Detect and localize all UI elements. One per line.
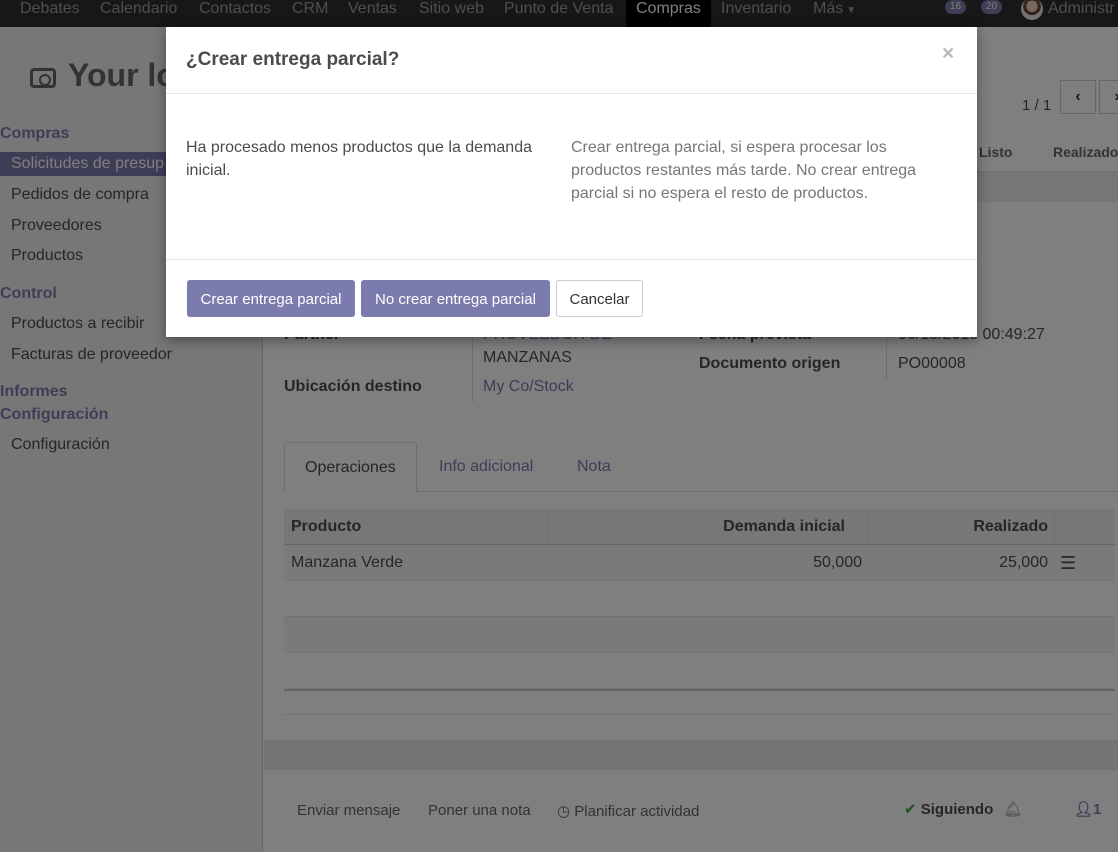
- modal-title: ¿Crear entrega parcial?: [186, 49, 400, 70]
- modal-info-text: Ha procesado menos productos que la dema…: [186, 139, 532, 179]
- modal-body: Ha procesado menos productos que la dema…: [166, 94, 977, 260]
- modal-header: ¿Crear entrega parcial? ×: [166, 27, 977, 94]
- modal-help-text: Crear entrega parcial, si espera procesa…: [571, 139, 917, 202]
- modal-footer: Crear entrega parcial No crear entrega p…: [166, 260, 977, 337]
- create-partial-delivery-button[interactable]: Crear entrega parcial: [187, 280, 355, 317]
- partial-delivery-dialog: ¿Crear entrega parcial? × Ha procesado m…: [166, 27, 977, 337]
- cancel-button[interactable]: Cancelar: [556, 280, 643, 317]
- no-partial-delivery-button[interactable]: No crear entrega parcial: [361, 280, 550, 317]
- close-icon[interactable]: ×: [942, 43, 954, 64]
